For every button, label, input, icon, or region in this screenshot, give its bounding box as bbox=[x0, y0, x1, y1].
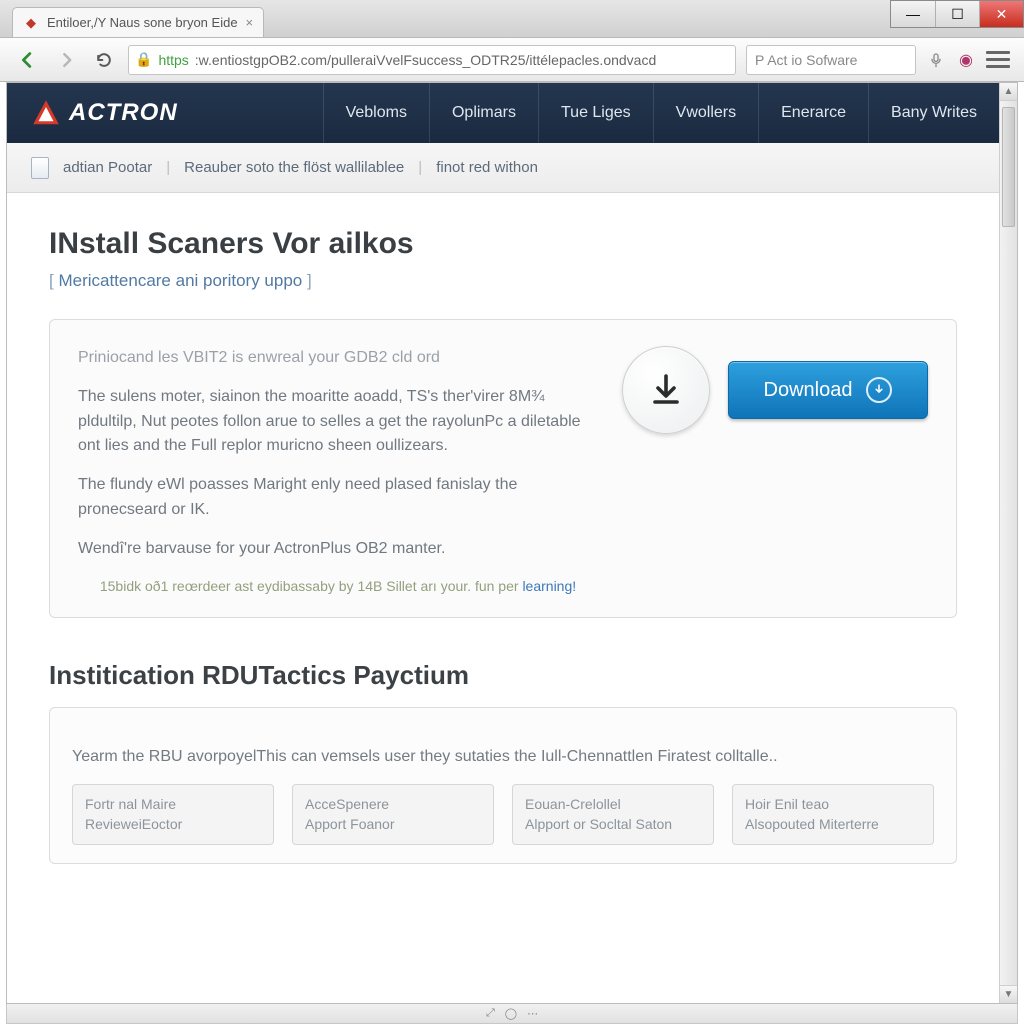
card-2-line2: Alpport or Socltal Saton bbox=[525, 815, 701, 835]
arrow-left-icon bbox=[17, 49, 39, 71]
page-title: INstall Scaners Vor ailkos bbox=[49, 227, 957, 261]
card-0-line2: RevieweiEoctor bbox=[85, 815, 261, 835]
panel-p3: Wendî're barvause for your ActronPlus OB… bbox=[78, 537, 598, 562]
status-icon-2: ◯ bbox=[505, 1007, 517, 1020]
tab-close-icon[interactable]: × bbox=[246, 15, 254, 30]
extension-icon[interactable]: ◉ bbox=[956, 50, 976, 70]
crumb-sep-1: | bbox=[166, 159, 170, 176]
panel-footnote-link[interactable]: learning! bbox=[522, 578, 576, 594]
forward-button[interactable] bbox=[52, 46, 80, 74]
nav-item-2[interactable]: Tue Liges bbox=[538, 83, 653, 143]
scroll-thumb[interactable] bbox=[1002, 107, 1015, 227]
crumb-b[interactable]: Reauber soto the flöst wallilablee bbox=[184, 159, 404, 176]
panel-footnote-text: 15bidk oð1 reœrdeer ast eydibassaby by 1… bbox=[100, 578, 519, 594]
vertical-scrollbar[interactable]: ▲ ▼ bbox=[999, 83, 1017, 1003]
card-0-line1: Fortr nal Maire bbox=[85, 795, 261, 815]
card-3-line1: Hoir Enil teao bbox=[745, 795, 921, 815]
url-text: :w.entiostgpOB2.com/pulleraiVvelFsuccess… bbox=[195, 52, 729, 68]
lock-icon: 🔒 bbox=[135, 51, 152, 68]
panel-lead: Priniocand les VBIT2 is enwreal your GDB… bbox=[78, 346, 598, 371]
nav-item-5[interactable]: Bany Writes bbox=[868, 83, 999, 143]
download-small-icon bbox=[866, 377, 892, 403]
panel-p1: The sulens moter, siainon the moaritte a… bbox=[78, 385, 598, 459]
mic-icon[interactable] bbox=[926, 50, 946, 70]
arrow-right-icon bbox=[56, 50, 76, 70]
download-button[interactable]: Download bbox=[728, 361, 928, 419]
page-icon bbox=[31, 157, 49, 179]
panel-p2: The flundy eWl poasses Maright enly need… bbox=[78, 473, 598, 523]
card-0[interactable]: Fortr nal Maire RevieweiEoctor bbox=[72, 784, 274, 845]
logo-triangle-icon bbox=[31, 98, 61, 128]
reload-icon bbox=[94, 50, 114, 70]
download-circle-icon[interactable] bbox=[622, 346, 710, 434]
panel-footnote: 15bidk oð1 reœrdeer ast eydibassaby by 1… bbox=[78, 576, 598, 598]
brand-text: ACTRON bbox=[69, 99, 178, 127]
card-3[interactable]: Hoir Enil teao Alsopouted Miterterre bbox=[732, 784, 934, 845]
panel-text: Priniocand les VBIT2 is enwreal your GDB… bbox=[78, 346, 598, 597]
crumb-sep-2: | bbox=[418, 159, 422, 176]
favicon-icon: ◆ bbox=[23, 15, 39, 31]
main-content: INstall Scaners Vor ailkos Mericattencar… bbox=[7, 193, 999, 884]
browser-toolbar: 🔒 https :w.entiostgpOB2.com/pulleraiVvel… bbox=[0, 38, 1024, 82]
browser-search-box[interactable]: P Act io Sofware bbox=[746, 45, 916, 75]
menu-button[interactable] bbox=[986, 51, 1010, 68]
card-3-line2: Alsopouted Miterterre bbox=[745, 815, 921, 835]
maximize-button[interactable]: ☐ bbox=[935, 1, 979, 27]
card-1-line1: AcceSpenere bbox=[305, 795, 481, 815]
scroll-up-button[interactable]: ▲ bbox=[1000, 83, 1017, 101]
site-header: ACTRON Vebloms Oplimars Tue Liges Vwolle… bbox=[7, 83, 999, 143]
brand-logo[interactable]: ACTRON bbox=[7, 83, 202, 143]
download-button-label: Download bbox=[764, 379, 853, 402]
section2-note: Yearm the RBU avorpoyelThis can vemsels … bbox=[72, 748, 934, 766]
status-icon-3: ⋯ bbox=[527, 1007, 538, 1020]
url-bar[interactable]: 🔒 https :w.entiostgpOB2.com/pulleraiVvel… bbox=[128, 45, 736, 75]
card-1[interactable]: AcceSpenere Apport Foanor bbox=[292, 784, 494, 845]
window-controls: ― ☐ ✕ bbox=[890, 0, 1024, 28]
breadcrumb-bar: adtian Pootar | Reauber soto the flöst w… bbox=[7, 143, 999, 193]
minimize-button[interactable]: ― bbox=[891, 1, 935, 27]
card-2[interactable]: Eouan-Crelollel Alpport or Socltal Saton bbox=[512, 784, 714, 845]
card-2-line1: Eouan-Crelollel bbox=[525, 795, 701, 815]
page-viewport: ACTRON Vebloms Oplimars Tue Liges Vwolle… bbox=[6, 82, 1018, 1004]
page: ACTRON Vebloms Oplimars Tue Liges Vwolle… bbox=[7, 83, 999, 1003]
download-panel: Priniocand les VBIT2 is enwreal your GDB… bbox=[49, 319, 957, 618]
nav-item-4[interactable]: Enerarce bbox=[758, 83, 868, 143]
search-placeholder: P Act io Sofware bbox=[755, 52, 857, 68]
section2-title: Institication RDUTactics Payctium bbox=[49, 660, 957, 691]
tab-title: Entiloer,/Y Naus sone bryon Eide bbox=[47, 15, 238, 30]
nav-item-0[interactable]: Vebloms bbox=[323, 83, 429, 143]
url-protocol: https bbox=[158, 52, 188, 68]
scroll-down-button[interactable]: ▼ bbox=[1000, 985, 1017, 1003]
back-button[interactable] bbox=[14, 46, 42, 74]
browser-tab[interactable]: ◆ Entiloer,/Y Naus sone bryon Eide × bbox=[12, 7, 264, 37]
section2-panel: Yearm the RBU avorpoyelThis can vemsels … bbox=[49, 707, 957, 864]
nav-item-1[interactable]: Oplimars bbox=[429, 83, 538, 143]
nav-item-3[interactable]: Vwollers bbox=[653, 83, 758, 143]
main-nav: Vebloms Oplimars Tue Liges Vwollers Ener… bbox=[323, 83, 999, 143]
page-subtitle: Mericattencare ani poritory uppo bbox=[49, 271, 957, 291]
card-row: Fortr nal Maire RevieweiEoctor AcceSpene… bbox=[72, 784, 934, 845]
download-arrow-icon bbox=[646, 370, 686, 410]
crumb-c[interactable]: finot red withon bbox=[436, 159, 538, 176]
status-icon-1: ⤢ bbox=[486, 1007, 495, 1020]
tab-strip: ◆ Entiloer,/Y Naus sone bryon Eide × bbox=[0, 0, 1024, 38]
card-1-line2: Apport Foanor bbox=[305, 815, 481, 835]
reload-button[interactable] bbox=[90, 46, 118, 74]
close-window-button[interactable]: ✕ bbox=[979, 1, 1023, 27]
scroll-track[interactable] bbox=[1000, 101, 1017, 985]
download-group: Download bbox=[622, 346, 928, 434]
status-bar: ⤢ ◯ ⋯ bbox=[6, 1004, 1018, 1024]
crumb-a[interactable]: adtian Pootar bbox=[63, 159, 152, 176]
